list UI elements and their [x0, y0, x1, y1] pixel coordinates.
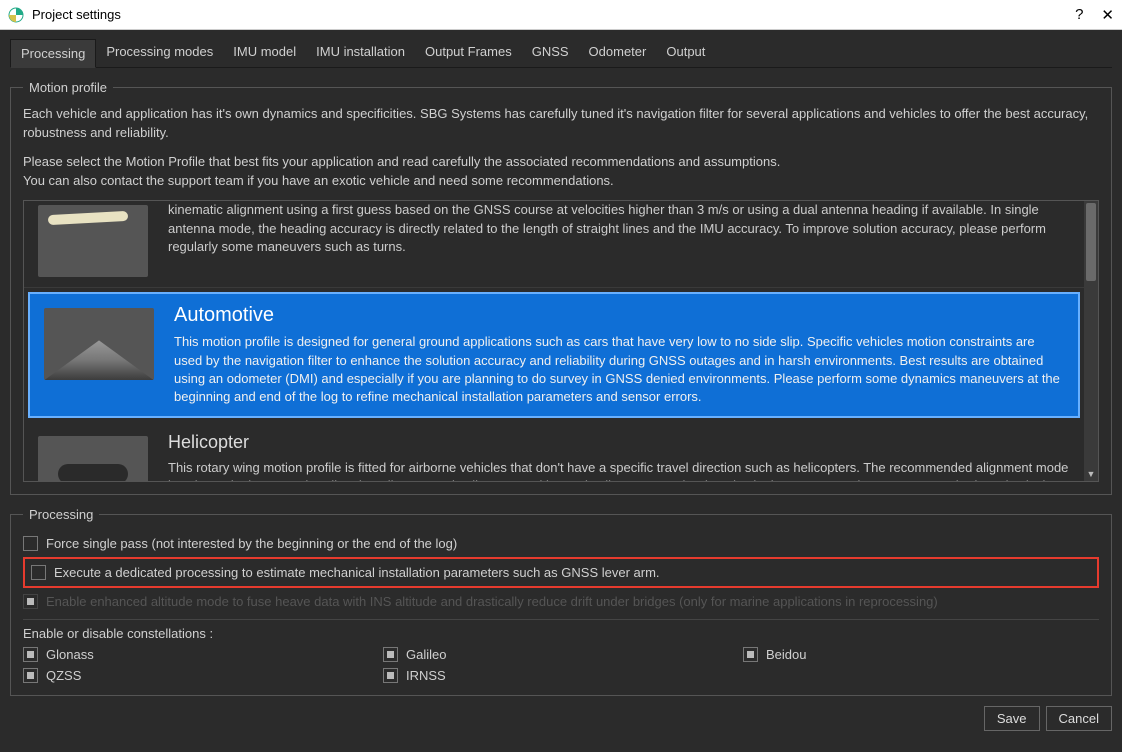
- tab-output[interactable]: Output: [656, 38, 715, 67]
- checkbox-qzss[interactable]: [23, 668, 38, 683]
- scrollbar[interactable]: ▲ ▼: [1084, 201, 1098, 481]
- checkbox-lever-arm[interactable]: [31, 565, 46, 580]
- tab-odometer[interactable]: Odometer: [579, 38, 657, 67]
- tab-processing[interactable]: Processing: [10, 39, 96, 68]
- tab-processing-modes[interactable]: Processing modes: [96, 38, 223, 67]
- scroll-thumb[interactable]: [1086, 203, 1096, 281]
- constellation-irnss[interactable]: IRNSS: [383, 668, 723, 683]
- motion-profile-automotive[interactable]: Automotive This motion profile is designe…: [28, 292, 1080, 418]
- motion-profile-thumb-airplane: [38, 205, 148, 277]
- constellation-label: Galileo: [406, 647, 446, 662]
- constellations-label: Enable or disable constellations :: [23, 626, 1099, 641]
- motion-profile-intro-2: Please select the Motion Profile that be…: [23, 153, 1099, 191]
- motion-profile-desc: This motion profile is designed for gene…: [174, 333, 1064, 406]
- constellation-label: Glonass: [46, 647, 94, 662]
- processing-group: Processing Force single pass (not intere…: [10, 507, 1112, 696]
- processing-legend: Processing: [23, 507, 99, 522]
- tabs-bar: ProcessingProcessing modesIMU modelIMU i…: [10, 38, 1112, 68]
- check-label: Force single pass (not interested by the…: [46, 536, 457, 551]
- motion-profile-desc: This rotary wing motion profile is fitte…: [168, 459, 1070, 481]
- motion-profile-thumb-helicopter: [38, 436, 148, 481]
- tab-gnss[interactable]: GNSS: [522, 38, 579, 67]
- close-button[interactable]: ✕: [1101, 6, 1114, 24]
- save-button[interactable]: Save: [984, 706, 1040, 731]
- motion-profile-title: Helicopter: [168, 432, 1070, 453]
- constellation-label: QZSS: [46, 668, 81, 683]
- cancel-button[interactable]: Cancel: [1046, 706, 1112, 731]
- motion-profile-thumb-automotive: [44, 308, 154, 380]
- constellation-glonass[interactable]: Glonass: [23, 647, 363, 662]
- check-label: Execute a dedicated processing to estima…: [54, 565, 660, 580]
- motion-profile-helicopter[interactable]: Helicopter This rotary wing motion profil…: [24, 422, 1084, 481]
- check-lever-arm[interactable]: Execute a dedicated processing to estima…: [23, 557, 1099, 588]
- motion-profile-legend: Motion profile: [23, 80, 113, 95]
- scroll-down-icon[interactable]: ▼: [1084, 467, 1098, 481]
- tab-imu-installation[interactable]: IMU installation: [306, 38, 415, 67]
- checkbox-galileo[interactable]: [383, 647, 398, 662]
- check-enhanced-alt: Enable enhanced altitude mode to fuse he…: [23, 590, 1099, 613]
- checkbox-glonass[interactable]: [23, 647, 38, 662]
- motion-profile-list: kinematic alignment using a first guess …: [23, 200, 1099, 482]
- help-button[interactable]: ?: [1075, 6, 1083, 23]
- checkbox-enhanced-alt: [23, 594, 38, 609]
- motion-profile-title: Automotive: [174, 304, 1064, 327]
- window-title: Project settings: [32, 7, 1075, 22]
- constellation-label: Beidou: [766, 647, 806, 662]
- motion-profile-group: Motion profile Each vehicle and applicat…: [10, 80, 1112, 495]
- titlebar: Project settings ? ✕: [0, 0, 1122, 30]
- tab-output-frames[interactable]: Output Frames: [415, 38, 522, 67]
- constellation-qzss[interactable]: QZSS: [23, 668, 363, 683]
- checkbox-single-pass[interactable]: [23, 536, 38, 551]
- divider: [23, 619, 1099, 620]
- motion-profile-intro-1: Each vehicle and application has it's ow…: [23, 105, 1099, 143]
- constellation-galileo[interactable]: Galileo: [383, 647, 723, 662]
- constellation-beidou[interactable]: Beidou: [743, 647, 1083, 662]
- check-label: Enable enhanced altitude mode to fuse he…: [46, 594, 938, 609]
- motion-profile-airplane[interactable]: kinematic alignment using a first guess …: [24, 201, 1084, 288]
- app-icon: [8, 7, 24, 23]
- checkbox-beidou[interactable]: [743, 647, 758, 662]
- check-single-pass[interactable]: Force single pass (not interested by the…: [23, 532, 1099, 555]
- tab-imu-model[interactable]: IMU model: [223, 38, 306, 67]
- checkbox-irnss[interactable]: [383, 668, 398, 683]
- constellation-label: IRNSS: [406, 668, 446, 683]
- motion-profile-desc: kinematic alignment using a first guess …: [168, 201, 1070, 256]
